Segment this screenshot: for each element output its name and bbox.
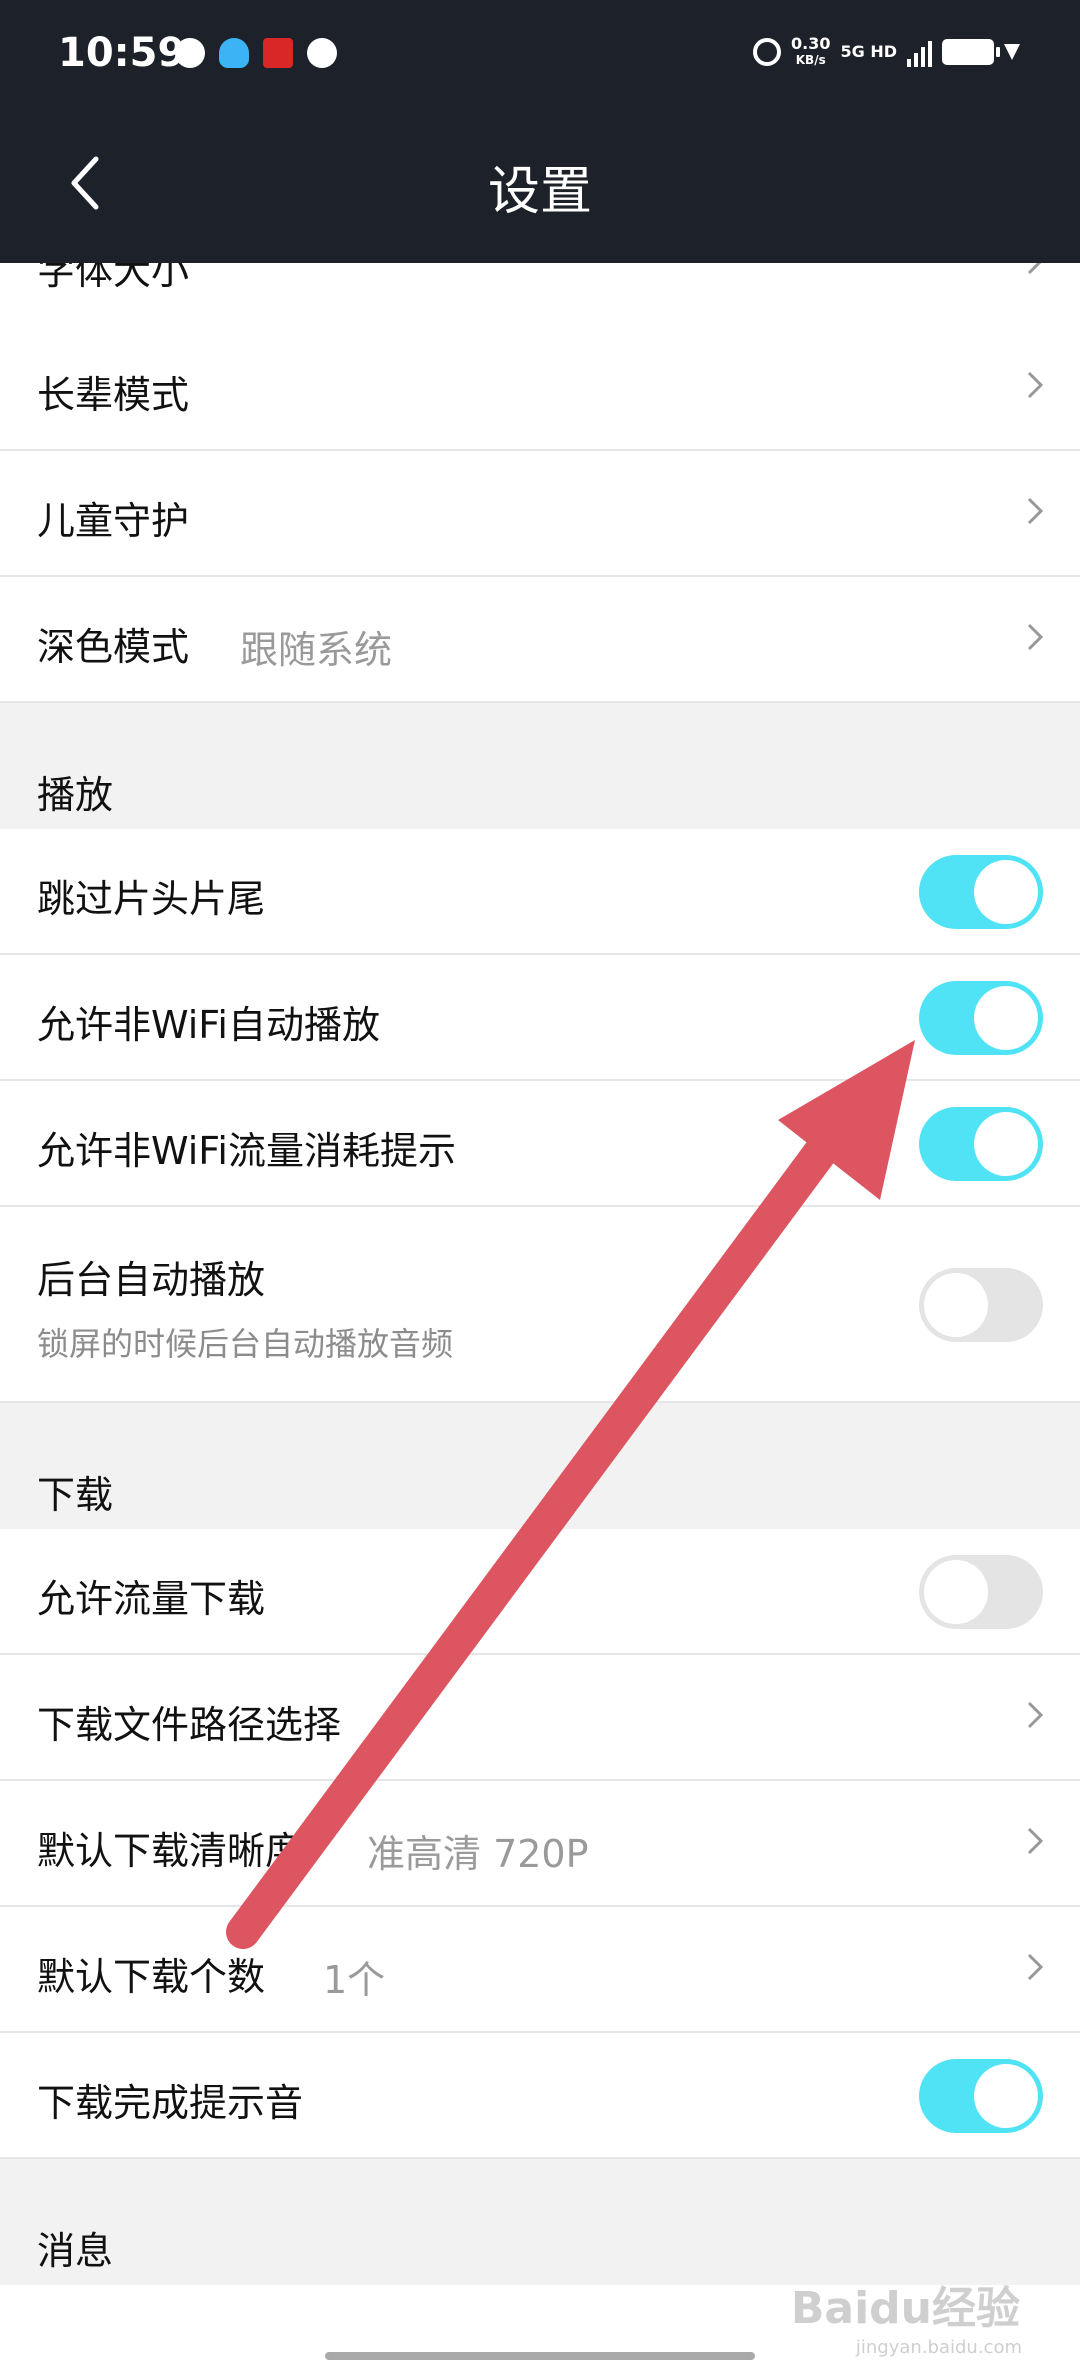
charging-icon [1004, 44, 1020, 60]
chevron-right-icon [1027, 1953, 1044, 1981]
chevron-right-icon [1027, 497, 1044, 525]
watermark-sub: jingyan.baidu.com [855, 2337, 1022, 2358]
setting-font-size[interactable]: 字体大小 [0, 263, 1080, 327]
status-right: 0.30 KB/s 5G HD [753, 36, 1020, 68]
toggle-knob [974, 860, 1038, 924]
download-sound-toggle[interactable] [919, 2059, 1043, 2133]
setting-label: 字体大小 [37, 263, 190, 293]
setting-sublabel: 锁屏的时候后台自动播放音频 [37, 1325, 454, 1363]
non-wifi-autoplay-toggle[interactable] [919, 981, 1043, 1055]
setting-label: 下载文件路径选择 [37, 1703, 342, 1747]
message-icon [307, 38, 337, 68]
setting-non-wifi-data-tip[interactable]: 允许非WiFi流量消耗提示 [0, 1081, 1080, 1207]
setting-label: 默认下载个数 [37, 1955, 266, 1999]
signal-icon [907, 37, 932, 67]
settings-list[interactable]: 字体大小 长辈模式 儿童守护 深色模式 跟随系统 播放 跳过片头片尾 允许非Wi… [0, 263, 1080, 2376]
setting-value: 跟随系统 [240, 628, 393, 672]
setting-label: 深色模式 [37, 625, 190, 669]
setting-label: 儿童守护 [37, 499, 190, 543]
net-speed: 0.30 KB/s [791, 34, 831, 68]
chevron-right-icon [1027, 371, 1044, 399]
setting-label: 长辈模式 [37, 373, 190, 417]
cellular-download-toggle[interactable] [919, 1555, 1043, 1629]
qq-icon [219, 38, 249, 68]
setting-label: 下载完成提示音 [37, 2081, 304, 2125]
background-play-toggle[interactable] [919, 1268, 1043, 1342]
status-time: 10:59 [58, 30, 186, 76]
alarm-icon [753, 38, 781, 66]
status-bar: 10:59 0.30 KB/s 5G HD [0, 0, 1080, 115]
setting-value: 1个 [323, 1958, 386, 2002]
setting-label: 允许流量下载 [37, 1577, 266, 1621]
setting-elder-mode[interactable]: 长辈模式 [0, 325, 1080, 451]
setting-cellular-download[interactable]: 允许流量下载 [0, 1529, 1080, 1655]
skip-intro-toggle[interactable] [919, 855, 1043, 929]
section-header-message: 消息 [0, 2159, 1080, 2285]
setting-dark-mode[interactable]: 深色模式 跟随系统 [0, 577, 1080, 703]
battery-icon [942, 39, 1000, 65]
toggle-knob [974, 986, 1038, 1050]
section-header-playback: 播放 [0, 703, 1080, 829]
setting-download-sound[interactable]: 下载完成提示音 [0, 2033, 1080, 2159]
notification-icons [175, 38, 337, 68]
home-indicator[interactable] [325, 2352, 755, 2360]
page-title: 设置 [487, 162, 592, 222]
setting-label: 允许非WiFi自动播放 [37, 1003, 380, 1047]
setting-label: 后台自动播放 [37, 1258, 266, 1302]
setting-label: 默认下载清晰度 [37, 1829, 304, 1873]
network-type: 5G HD [840, 42, 897, 61]
setting-skip-intro[interactable]: 跳过片头片尾 [0, 829, 1080, 955]
toggle-knob [924, 1560, 988, 1624]
setting-download-path[interactable]: 下载文件路径选择 [0, 1655, 1080, 1781]
chevron-right-icon [1027, 623, 1044, 651]
setting-child-guard[interactable]: 儿童守护 [0, 451, 1080, 577]
chevron-right-icon [1027, 263, 1042, 275]
taobao-icon [263, 38, 293, 68]
toggle-knob [974, 1112, 1038, 1176]
non-wifi-data-tip-toggle[interactable] [919, 1107, 1043, 1181]
chevron-right-icon [1027, 1701, 1044, 1729]
nav-bar: 设置 [0, 115, 1080, 263]
setting-download-count[interactable]: 默认下载个数 1个 [0, 1907, 1080, 2033]
setting-non-wifi-autoplay[interactable]: 允许非WiFi自动播放 [0, 955, 1080, 1081]
toggle-knob [924, 1273, 988, 1337]
toggle-knob [974, 2064, 1038, 2128]
wechat-icon [175, 38, 205, 68]
watermark-logo: Baidu经验 [790, 2283, 1020, 2334]
section-header-download: 下载 [0, 1403, 1080, 1529]
setting-value: 准高清 720P [367, 1832, 589, 1876]
setting-background-play[interactable]: 后台自动播放 锁屏的时候后台自动播放音频 [0, 1207, 1080, 1403]
chevron-right-icon [1027, 1827, 1044, 1855]
setting-label: 允许非WiFi流量消耗提示 [37, 1129, 456, 1173]
setting-label: 跳过片头片尾 [37, 877, 266, 921]
setting-download-quality[interactable]: 默认下载清晰度 准高清 720P [0, 1781, 1080, 1907]
